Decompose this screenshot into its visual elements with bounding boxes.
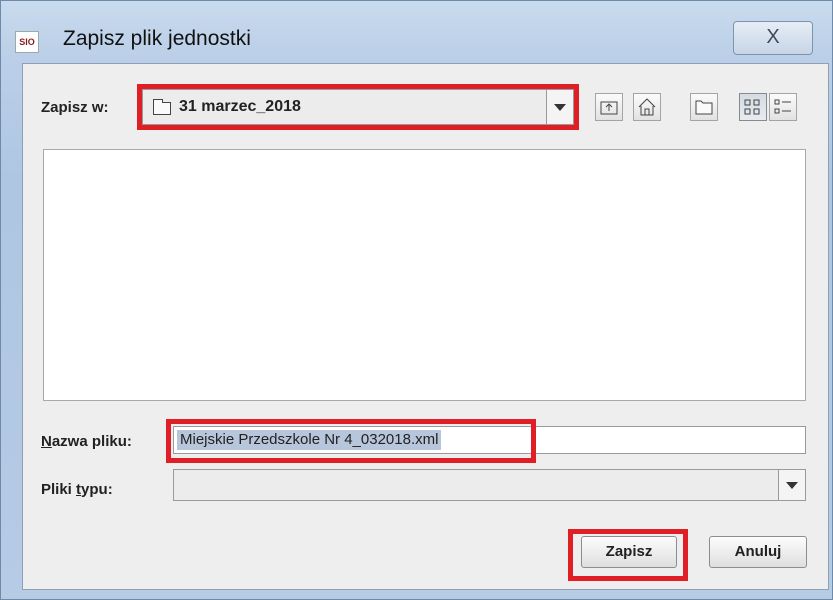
close-button[interactable]: X <box>733 21 813 55</box>
highlight-file-name <box>166 419 536 463</box>
cancel-button[interactable]: Anuluj <box>709 536 807 568</box>
highlight-save-in <box>137 84 579 130</box>
up-one-level-button[interactable] <box>595 93 623 121</box>
details-view-button[interactable] <box>769 93 797 121</box>
home-button[interactable] <box>633 93 661 121</box>
save-file-dialog: SIO Zapisz plik jednostki X Zapisz w: 31… <box>0 0 833 600</box>
highlight-save-button <box>568 529 688 581</box>
title-bar[interactable]: SIO Zapisz plik jednostki X <box>1 1 833 59</box>
list-view-button[interactable] <box>739 93 767 121</box>
folder-up-icon <box>600 101 618 115</box>
file-list[interactable] <box>43 149 806 401</box>
list-view-icon <box>744 99 760 115</box>
new-folder-button[interactable] <box>690 93 718 121</box>
close-icon: X <box>766 26 780 48</box>
new-folder-icon <box>695 100 713 115</box>
file-name-label: Nazwa pliku: <box>41 433 132 450</box>
home-icon <box>638 98 656 116</box>
chevron-down-icon[interactable] <box>778 470 805 500</box>
file-type-combobox[interactable] <box>173 469 806 501</box>
file-type-label: Pliki typu: <box>41 481 113 498</box>
save-in-label: Zapisz w: <box>41 99 109 116</box>
app-icon: SIO <box>15 31 39 53</box>
details-view-icon <box>774 99 791 114</box>
dialog-title: Zapisz plik jednostki <box>63 27 251 50</box>
